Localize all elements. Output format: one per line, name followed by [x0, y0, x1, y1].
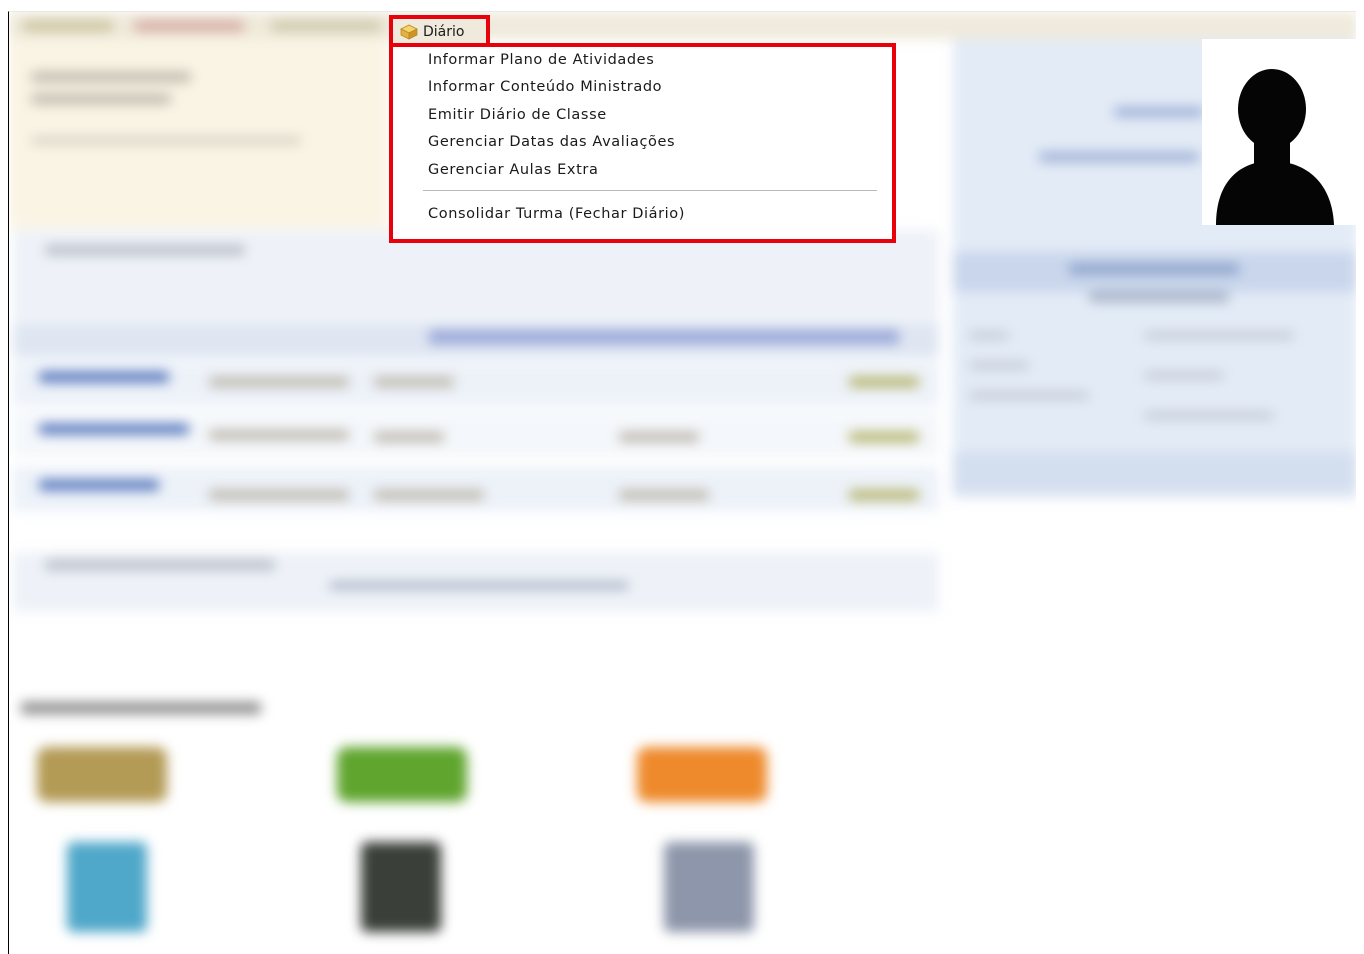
blurred-menu-item — [134, 21, 244, 31]
blurred-link — [39, 480, 159, 490]
blurred-icons — [849, 377, 919, 387]
diario-dropdown-menu: Informar Plano de Atividades Informar Co… — [389, 43, 896, 243]
blurred-tile — [337, 747, 467, 802]
app-window: Diário Informar Plano de Atividades Info… — [8, 11, 1356, 954]
blurred-panel-footer — [953, 452, 1356, 492]
blurred-text — [374, 490, 484, 500]
blurred-text — [1114, 107, 1204, 117]
blurred-text — [31, 94, 171, 104]
blurred-text — [1144, 412, 1274, 419]
menu-item-gerenciar-aulas-extra[interactable]: Gerenciar Aulas Extra — [428, 161, 598, 179]
blurred-text — [209, 377, 349, 387]
menu-item-informar-plano-atividades[interactable]: Informar Plano de Atividades — [428, 51, 654, 69]
blurred-text — [31, 72, 191, 82]
blurred-text — [619, 432, 699, 442]
menu-item-consolidar-turma[interactable]: Consolidar Turma (Fechar Diário) — [428, 205, 685, 223]
menu-item-informar-conteudo-ministrado[interactable]: Informar Conteúdo Ministrado — [428, 78, 662, 96]
blurred-thumbnail — [361, 842, 441, 932]
blurred-text — [45, 560, 275, 570]
blurred-tile — [637, 747, 767, 802]
blurred-text — [1144, 372, 1224, 379]
blurred-text — [374, 377, 454, 387]
blurred-left-panel — [9, 39, 389, 229]
blurred-highlight-row — [429, 330, 899, 344]
blurred-thumbnail — [664, 842, 754, 932]
blurred-text — [374, 432, 444, 442]
menu-item-emitir-diario-classe[interactable]: Emitir Diário de Classe — [428, 106, 607, 124]
menu-separator — [423, 190, 877, 191]
blurred-link — [39, 424, 189, 434]
blurred-link — [39, 372, 169, 382]
blurred-tile — [37, 747, 167, 802]
package-box-icon — [399, 24, 419, 40]
blurred-icons — [849, 490, 919, 500]
blurred-text — [209, 490, 349, 500]
blurred-section — [13, 230, 939, 320]
blurred-icons — [849, 432, 919, 442]
user-silhouette-icon — [1202, 39, 1356, 225]
blurred-text — [619, 490, 709, 500]
blurred-text — [329, 582, 629, 589]
menu-item-gerenciar-datas-avaliacoes[interactable]: Gerenciar Datas das Avaliações — [428, 133, 675, 151]
blurred-text — [45, 245, 245, 255]
blurred-text — [1069, 264, 1239, 274]
blurred-menu-item — [271, 21, 381, 31]
blurred-row — [13, 412, 939, 456]
avatar — [1202, 39, 1356, 225]
blurred-text — [1039, 152, 1199, 162]
blurred-text — [1089, 292, 1229, 302]
blurred-text — [969, 392, 1089, 399]
blurred-menu-item — [23, 21, 113, 31]
blurred-thumbnail — [67, 842, 147, 932]
blurred-text — [31, 137, 301, 144]
blurred-text — [209, 430, 349, 440]
blurred-text — [969, 332, 1009, 339]
menu-diario-label: Diário — [423, 24, 465, 40]
blurred-row — [13, 362, 939, 406]
blurred-text — [969, 362, 1029, 369]
blurred-text — [1144, 332, 1294, 339]
blurred-heading — [21, 702, 261, 714]
dropdown-body: Informar Plano de Atividades Informar Co… — [397, 47, 888, 235]
